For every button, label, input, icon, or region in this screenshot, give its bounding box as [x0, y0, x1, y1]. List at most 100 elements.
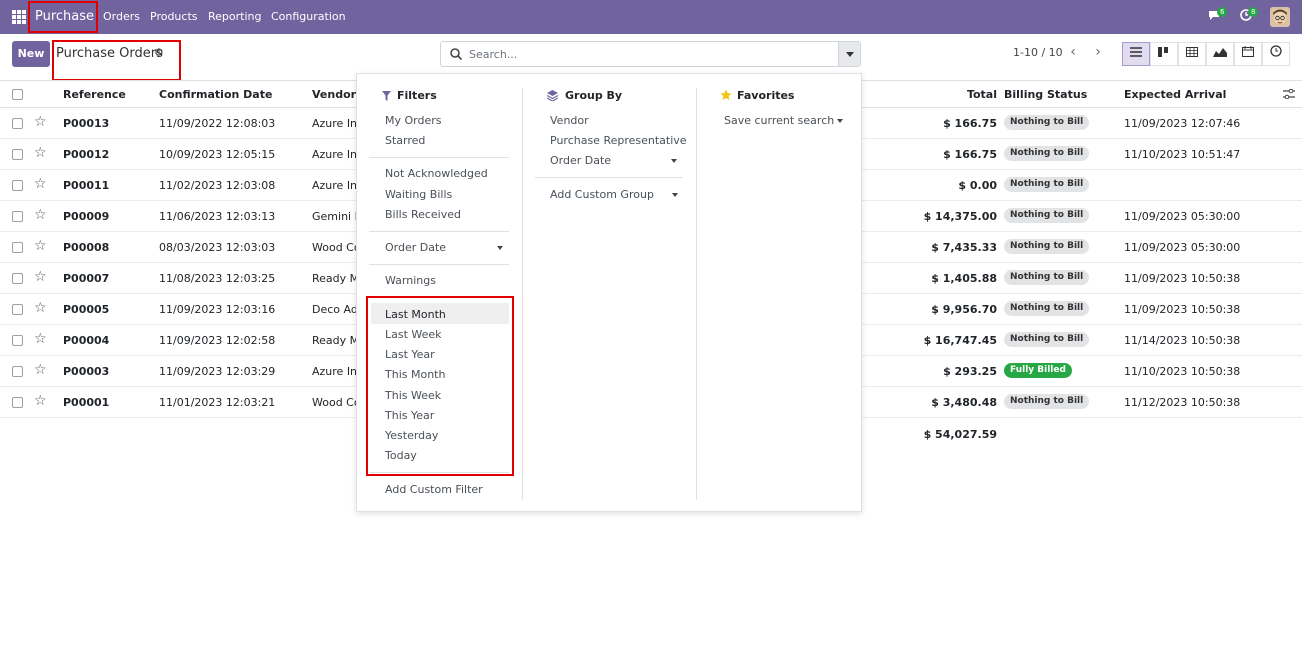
status-badge: Nothing to Bill	[1004, 270, 1090, 285]
chat-count-badge: 6	[1217, 7, 1228, 17]
cell-total: $ 9,956.70	[931, 303, 997, 316]
column-vendor[interactable]: Vendor	[312, 88, 356, 101]
row-checkbox[interactable]	[12, 335, 23, 346]
filter-starred[interactable]: Starred	[385, 134, 425, 147]
user-avatar[interactable]	[1270, 7, 1290, 27]
list-view-button[interactable]	[1122, 42, 1150, 66]
star-icon[interactable]: ☆	[34, 145, 47, 161]
cell-expected-arrival: 11/09/2023 10:50:38	[1124, 303, 1241, 316]
cell-confirmation-date: 11/09/2023 12:02:58	[159, 334, 276, 347]
page-title-highlight: Purchase Orders ⚙	[52, 40, 181, 81]
filter-my-orders[interactable]: My Orders	[385, 114, 442, 127]
app-name-purchase[interactable]: Purchase	[28, 1, 98, 33]
apps-grid-icon[interactable]	[12, 10, 26, 24]
star-icon[interactable]: ☆	[34, 300, 47, 316]
cell-confirmation-date: 11/09/2022 12:08:03	[159, 117, 276, 130]
cell-expected-arrival: 11/09/2023 05:30:00	[1124, 210, 1241, 223]
menu-products[interactable]: Products	[150, 10, 198, 23]
cell-expected-arrival: 11/12/2023 10:50:38	[1124, 396, 1241, 409]
column-confirmation-date[interactable]: Confirmation Date	[159, 88, 272, 101]
row-checkbox[interactable]	[12, 304, 23, 315]
filter-not-acknowledged[interactable]: Not Acknowledged	[385, 167, 488, 180]
kanban-view-button[interactable]	[1150, 42, 1178, 66]
filter-bills-received[interactable]: Bills Received	[385, 208, 461, 221]
activity-count-badge: 8	[1248, 7, 1259, 17]
status-badge: Fully Billed	[1004, 363, 1072, 378]
star-icon[interactable]: ☆	[34, 362, 47, 378]
filters-heading: Filters	[397, 89, 437, 102]
pager-value[interactable]: 1-10 / 10	[1013, 46, 1063, 59]
column-options-icon[interactable]	[1283, 88, 1295, 102]
cell-expected-arrival: 11/09/2023 05:30:00	[1124, 241, 1241, 254]
add-custom-group[interactable]: Add Custom Group	[550, 188, 654, 201]
star-icon[interactable]: ☆	[34, 114, 47, 130]
filter-order-date[interactable]: Order Date	[385, 241, 446, 254]
star-icon[interactable]: ☆	[34, 176, 47, 192]
column-total[interactable]: Total	[897, 88, 997, 101]
pager-previous-button[interactable]: ‹	[1061, 42, 1085, 64]
area-chart-icon	[1213, 48, 1227, 57]
column-reference[interactable]: Reference	[63, 88, 126, 101]
groupby-order-date[interactable]: Order Date	[550, 154, 611, 167]
gear-icon[interactable]: ⚙	[154, 46, 164, 59]
star-icon[interactable]: ☆	[34, 269, 47, 285]
search-options-toggle[interactable]	[838, 42, 860, 66]
date-filters-highlight	[366, 296, 514, 476]
row-checkbox[interactable]	[12, 118, 23, 129]
cell-total: $ 16,747.45	[923, 334, 997, 347]
row-checkbox[interactable]	[12, 211, 23, 222]
pivot-view-button[interactable]	[1178, 42, 1206, 66]
row-checkbox[interactable]	[12, 273, 23, 284]
new-button[interactable]: New	[12, 41, 50, 67]
caret-down-icon[interactable]	[837, 119, 843, 123]
search-bar[interactable]	[440, 41, 861, 67]
column-expected-arrival[interactable]: Expected Arrival	[1124, 88, 1226, 101]
search-icon	[450, 48, 463, 61]
groupby-purchase-representative[interactable]: Purchase Representative	[550, 134, 687, 147]
cell-vendor: Azure Int	[312, 365, 362, 378]
row-checkbox[interactable]	[12, 366, 23, 377]
graph-view-button[interactable]	[1206, 42, 1234, 66]
star-icon[interactable]: ☆	[34, 393, 47, 409]
filter-separator	[369, 231, 509, 232]
select-all-checkbox[interactable]	[12, 89, 23, 100]
search-options-dropdown: Filters My Orders Starred Not Acknowledg…	[356, 73, 862, 512]
activity-view-button[interactable]	[1262, 42, 1290, 66]
cell-reference: P00011	[63, 179, 110, 192]
filter-waiting-bills[interactable]: Waiting Bills	[385, 188, 452, 201]
star-icon[interactable]: ☆	[34, 331, 47, 347]
star-icon[interactable]: ☆	[34, 207, 47, 223]
add-custom-filter[interactable]: Add Custom Filter	[385, 483, 483, 496]
cell-confirmation-date: 11/01/2023 12:03:21	[159, 396, 276, 409]
column-divider	[696, 88, 697, 500]
cell-total: $ 14,375.00	[923, 210, 997, 223]
row-checkbox[interactable]	[12, 397, 23, 408]
column-billing-status[interactable]: Billing Status	[1004, 88, 1087, 101]
calendar-view-button[interactable]	[1234, 42, 1262, 66]
caret-down-icon[interactable]	[497, 246, 503, 250]
cell-reference: P00012	[63, 148, 110, 161]
cell-reference: P00004	[63, 334, 110, 347]
row-checkbox[interactable]	[12, 149, 23, 160]
caret-down-icon[interactable]	[671, 159, 677, 163]
menu-reporting[interactable]: Reporting	[208, 10, 261, 23]
pager-next-button[interactable]: ›	[1086, 42, 1110, 64]
save-current-search[interactable]: Save current search	[724, 114, 834, 127]
menu-orders[interactable]: Orders	[103, 10, 140, 23]
status-badge: Nothing to Bill	[1004, 239, 1090, 254]
filter-warnings[interactable]: Warnings	[385, 274, 436, 287]
cell-reference: P00007	[63, 272, 110, 285]
clock-icon	[1270, 45, 1282, 57]
search-input[interactable]	[469, 46, 829, 62]
status-badge: Nothing to Bill	[1004, 146, 1090, 161]
caret-down-icon[interactable]	[672, 193, 678, 197]
groupby-vendor[interactable]: Vendor	[550, 114, 589, 127]
menu-configuration[interactable]: Configuration	[271, 10, 346, 23]
top-navbar: Purchase Orders Products Reporting Confi…	[0, 0, 1302, 34]
row-checkbox[interactable]	[12, 180, 23, 191]
cell-confirmation-date: 11/06/2023 12:03:13	[159, 210, 276, 223]
status-badge: Nothing to Bill	[1004, 177, 1090, 192]
star-icon[interactable]: ☆	[34, 238, 47, 254]
cell-total: $ 166.75	[943, 148, 997, 161]
row-checkbox[interactable]	[12, 242, 23, 253]
